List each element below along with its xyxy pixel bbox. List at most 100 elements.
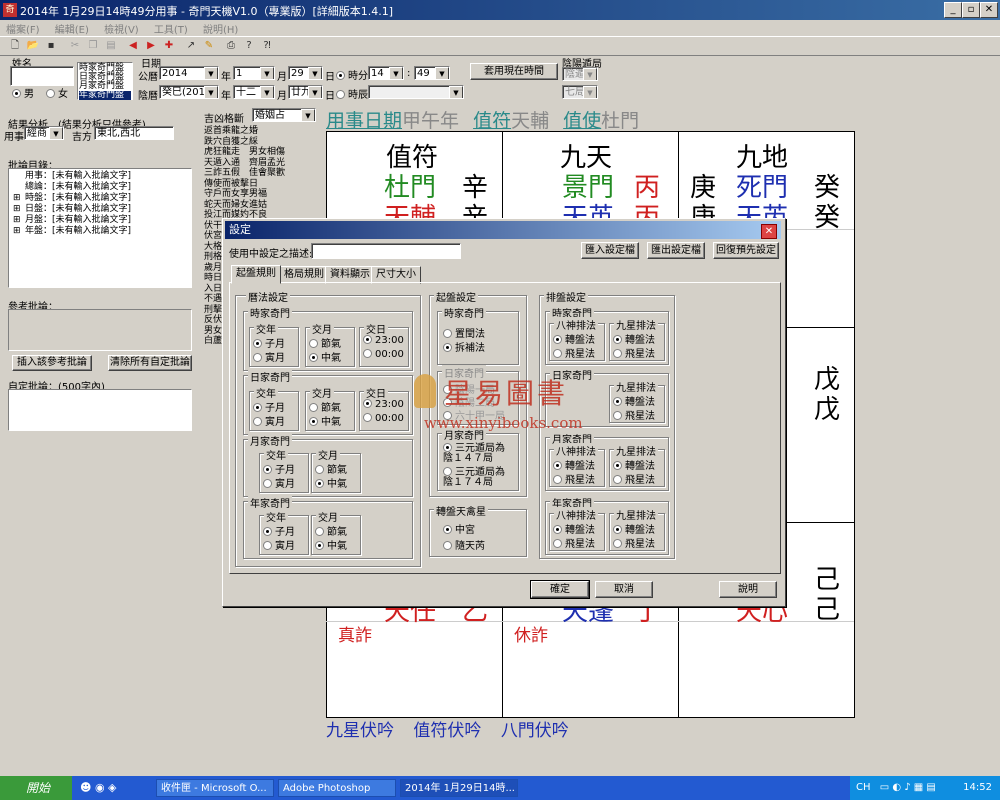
- shi-zi-option[interactable]: 子月: [253, 335, 285, 350]
- shi-yin-option[interactable]: 寅月: [253, 349, 285, 364]
- tab-qipan-rules[interactable]: 起盤規則: [231, 265, 281, 284]
- reset-defaults-button[interactable]: 回復預先設定: [713, 242, 779, 259]
- menu-tools[interactable]: 工具(T): [148, 20, 194, 37]
- dropdown-arrow-icon[interactable]: ▼: [389, 67, 403, 79]
- radio[interactable]: [443, 467, 452, 476]
- print-icon[interactable]: ⎙: [224, 39, 238, 52]
- tree-expand-icon[interactable]: ⊞: [13, 215, 21, 226]
- radio[interactable]: [613, 475, 622, 484]
- lunar-day-select[interactable]: 廿九 ▼: [288, 85, 323, 99]
- tree-item[interactable]: 月盤：[未有輸入批論文字]: [25, 215, 131, 226]
- tool-icon[interactable]: ↗: [184, 39, 198, 52]
- custom-textarea[interactable]: [8, 389, 192, 431]
- tree-expand-icon[interactable]: ⊞: [13, 204, 21, 215]
- p-nian-a-turn[interactable]: 轉盤法: [553, 521, 595, 536]
- task-qimen[interactable]: 2014年 1月29日14時...: [400, 779, 518, 797]
- menu-view[interactable]: 檢視(V): [98, 20, 145, 37]
- lunar-year-select[interactable]: 癸巳(2013 ▼: [159, 85, 219, 99]
- shi-23-option[interactable]: 23:00: [363, 335, 404, 346]
- chart-type-item-selected[interactable]: 年家奇門盤: [79, 91, 131, 100]
- ok-button[interactable]: 確定: [530, 580, 590, 599]
- board-zhishi-link[interactable]: 值使: [563, 110, 601, 132]
- name-input[interactable]: [10, 66, 74, 86]
- radio[interactable]: [553, 461, 562, 470]
- dropdown-arrow-icon[interactable]: ▼: [308, 86, 322, 98]
- radio[interactable]: [315, 465, 324, 474]
- shi-jie-option[interactable]: 節氣: [309, 335, 341, 350]
- day-select[interactable]: 29 ▼: [288, 66, 323, 80]
- dropdown-arrow-icon[interactable]: ▼: [260, 86, 274, 98]
- radio[interactable]: [263, 527, 272, 536]
- yue-jie-option[interactable]: 節氣: [315, 461, 347, 476]
- radio[interactable]: [309, 353, 318, 362]
- month-select[interactable]: 1 ▼: [233, 66, 275, 80]
- dropdown-arrow-icon[interactable]: ▼: [449, 86, 463, 98]
- start-button[interactable]: 開始: [0, 776, 72, 800]
- yue-zi-option[interactable]: 子月: [263, 461, 295, 476]
- p-shi-b-fly[interactable]: 飛星法: [613, 345, 655, 360]
- ri-yin-option[interactable]: 寅月: [253, 413, 285, 428]
- clear-comments-button[interactable]: 清除所有自定批論: [108, 355, 192, 371]
- tree-item[interactable]: 年盤：[未有輸入批論文字]: [25, 226, 131, 237]
- tree-item[interactable]: 用事：[未有輸入批論文字]: [25, 171, 131, 182]
- nian-yin-option[interactable]: 寅月: [263, 537, 295, 552]
- yue-yin-option[interactable]: 寅月: [263, 475, 295, 490]
- hour-branch-select[interactable]: ▼: [368, 85, 464, 99]
- ri-jie-option[interactable]: 節氣: [309, 399, 341, 414]
- quicklaunch-icons[interactable]: ☻ ◉ ◈: [80, 781, 117, 794]
- apply-now-button[interactable]: 套用現在時間: [470, 63, 558, 80]
- zhuan-a-option[interactable]: 中宮: [443, 521, 475, 536]
- hour-branch-radio[interactable]: [336, 90, 345, 99]
- hour-branch-option[interactable]: 時辰: [336, 86, 368, 101]
- cut-icon[interactable]: ✂: [68, 39, 82, 52]
- radio[interactable]: [309, 339, 318, 348]
- menu-file[interactable]: 檔案(F): [0, 20, 46, 37]
- comments-tree[interactable]: 用事：[未有輸入批論文字] 總論：[未有輸入批論文字] ⊞ 時盤：[未有輸入批論…: [8, 168, 192, 288]
- radio[interactable]: [263, 479, 272, 488]
- p-nian-b-fly[interactable]: 飛星法: [613, 535, 655, 550]
- dropdown-arrow-icon[interactable]: ▼: [204, 86, 218, 98]
- radio[interactable]: [553, 475, 562, 484]
- tree-expand-icon[interactable]: ⊞: [13, 193, 21, 204]
- radio[interactable]: [553, 335, 562, 344]
- dropdown-arrow-icon[interactable]: ▼: [301, 109, 315, 121]
- p-nian-a-fly[interactable]: 飛星法: [553, 535, 595, 550]
- radio[interactable]: [253, 339, 262, 348]
- ri-00-option[interactable]: 00:00: [363, 413, 404, 424]
- dropdown-arrow-icon[interactable]: ▼: [204, 67, 218, 79]
- p-shi-a-turn[interactable]: 轉盤法: [553, 331, 595, 346]
- menu-edit[interactable]: 編輯(E): [49, 20, 95, 37]
- p-yue-b-fly[interactable]: 飛星法: [613, 471, 655, 486]
- q-shi-b-option[interactable]: 拆補法: [443, 339, 485, 354]
- hour-minute-radio[interactable]: [336, 71, 345, 80]
- nian-zi-option[interactable]: 子月: [263, 523, 295, 538]
- radio[interactable]: [253, 353, 262, 362]
- p-shi-b-turn[interactable]: 轉盤法: [613, 331, 655, 346]
- radio[interactable]: [309, 417, 318, 426]
- copy-icon[interactable]: ❐: [86, 39, 100, 52]
- dropdown-arrow-icon[interactable]: ▼: [435, 67, 449, 79]
- radio[interactable]: [613, 461, 622, 470]
- tree-item[interactable]: 時盤：[未有輸入批論文字]: [25, 193, 131, 204]
- radio[interactable]: [315, 527, 324, 536]
- yue-zhong-option[interactable]: 中氣: [315, 475, 347, 490]
- hour-select[interactable]: 14 ▼: [368, 66, 404, 80]
- q-yue-a-option[interactable]: 三元遁局為陰１４７局: [443, 443, 513, 464]
- p-yue-a-fly[interactable]: 飛星法: [553, 471, 595, 486]
- nian-zhong-option[interactable]: 中氣: [315, 537, 347, 552]
- radio[interactable]: [263, 541, 272, 550]
- nian-jie-option[interactable]: 節氣: [315, 523, 347, 538]
- radio[interactable]: [363, 335, 372, 344]
- tree-expand-icon[interactable]: ⊞: [13, 226, 21, 237]
- female-radio[interactable]: [46, 89, 55, 98]
- board-date-link[interactable]: 用事日期: [326, 110, 402, 132]
- dropdown-arrow-icon[interactable]: ▼: [583, 68, 597, 80]
- ri-zi-option[interactable]: 子月: [253, 399, 285, 414]
- radio[interactable]: [263, 465, 272, 474]
- help-icon[interactable]: ?: [242, 39, 256, 52]
- radio[interactable]: [363, 399, 372, 408]
- rotate-icon[interactable]: ✚: [162, 39, 176, 52]
- dropdown-arrow-icon[interactable]: ▼: [260, 67, 274, 79]
- radio[interactable]: [309, 403, 318, 412]
- chart-type-list[interactable]: 時家奇門盤 日家奇門盤 月家奇門盤 年家奇門盤: [77, 62, 133, 100]
